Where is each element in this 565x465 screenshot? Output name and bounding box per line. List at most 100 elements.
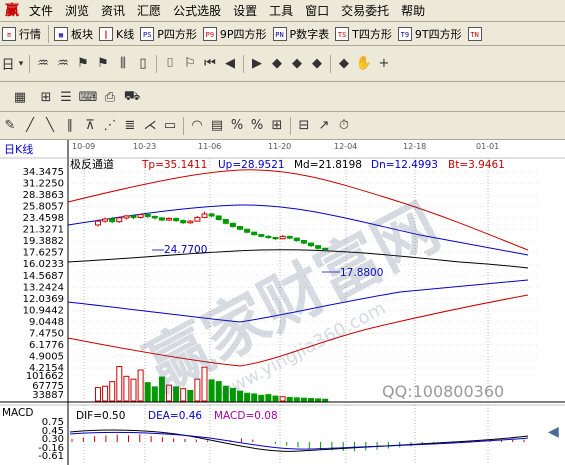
candle-icon[interactable]: ⚑ (73, 53, 93, 75)
date-label: 01-01 (476, 142, 499, 151)
price-axis-label: 28.3863 (23, 190, 64, 201)
candle-body (180, 220, 187, 224)
grid-view-icon[interactable]: ⊞ (36, 86, 56, 108)
ruler-icon[interactable]: ⊟ (294, 115, 314, 137)
kline-chart[interactable]: 10-09 10-23 11-06 11-20 12-04 12-18 01-01 34.3… (0, 140, 565, 465)
menu-item-2[interactable]: 资讯 (95, 0, 131, 22)
volume-bar (151, 386, 158, 402)
toolbar-button-kline[interactable]: ┃ K线 (97, 23, 138, 45)
toolbar-separator (330, 54, 331, 73)
qq-watermark: QQ:100800360 (382, 382, 504, 401)
arc-icon[interactable]: ◠ (187, 115, 207, 137)
price-axis-label: 12.0369 (23, 294, 64, 305)
toolbar-button-9t-square[interactable]: T9 9T四方形 (396, 23, 466, 45)
candle-body (116, 217, 123, 223)
indicator-name: 极反通道 (70, 157, 114, 171)
cycle-line-icon[interactable]: ≣ (120, 115, 140, 137)
candle-body (201, 213, 208, 218)
menu-item-7[interactable]: 窗口 (299, 0, 335, 22)
bar-icon[interactable]: ⚑ (93, 53, 113, 75)
draw-icon[interactable]: ✋ (354, 53, 374, 75)
candle-body (187, 220, 194, 224)
volume-bar (258, 394, 265, 402)
price-axis-label: 6.1776 (29, 340, 64, 351)
fan-icon[interactable]: ⋌ (140, 115, 160, 137)
menu-item-0[interactable]: 文件 (23, 0, 59, 22)
box-icon[interactable]: ▭ (160, 115, 180, 137)
kline-type-icon[interactable]: ♒ (33, 53, 53, 75)
table-icon[interactable]: ▤ (207, 115, 227, 137)
arrow-icon[interactable]: ↗ (314, 115, 334, 137)
zoom-in-icon[interactable]: ◀ (220, 53, 240, 75)
candle-body (279, 235, 286, 240)
macd-title: MACD (2, 407, 33, 419)
percent-sign-icon[interactable]: % (247, 115, 267, 137)
car-icon[interactable]: ⛟ (122, 86, 142, 108)
date-label: 12-18 (403, 142, 426, 151)
toolbar-button-9p-square[interactable]: P9 9P四方形 (201, 23, 271, 45)
next-icon[interactable]: ⚐ (180, 53, 200, 75)
menu-item-1[interactable]: 浏览 (59, 0, 95, 22)
print-icon[interactable]: ⎙ (100, 86, 120, 108)
toolbar-button-tn[interactable]: TN (466, 23, 489, 45)
candle-body (173, 217, 180, 222)
price-axis-label: 23.4598 (23, 213, 64, 224)
chevron-down-icon[interactable]: ▾ (16, 53, 26, 75)
toolbar-button-sector[interactable]: ▦ 板块 (52, 23, 97, 45)
toolbar-button-label: 行情 (19, 27, 41, 41)
volume-bar (102, 385, 109, 402)
calendar-icon[interactable]: ▦ (10, 86, 30, 108)
date-label: 12-04 (334, 142, 357, 151)
last-icon[interactable]: ⏮ (200, 53, 220, 75)
candle-body (244, 228, 251, 233)
p-number-table-icon: PN (272, 26, 287, 41)
toolbar-button-p-square[interactable]: PS P四方形 (138, 23, 201, 45)
fib-icon[interactable]: ⊼ (80, 115, 100, 137)
ray-icon[interactable]: ╲ (40, 115, 60, 137)
candle-body (144, 213, 151, 217)
candle-body (102, 218, 109, 222)
grid-icon[interactable]: ⊞ (267, 115, 287, 137)
price-axis-label: 10.9442 (23, 305, 64, 316)
chart-panel: 10-09 10-23 11-06 11-20 12-04 12-18 01-01 34.3… (0, 140, 565, 465)
period-selector[interactable]: 日 (0, 53, 16, 75)
volume-bar (130, 378, 137, 402)
menu-item-8[interactable]: 交易委托 (335, 0, 395, 22)
first-icon[interactable]: ▯ (133, 53, 153, 75)
price-axis-label: 13.2424 (23, 282, 64, 293)
settings-icon[interactable]: + (374, 53, 394, 75)
pencil-icon[interactable]: ✎ (0, 115, 20, 137)
collapse-arrow-icon[interactable]: ◀ (548, 424, 559, 440)
menu-item-4[interactable]: 公式选股 (167, 0, 227, 22)
toolbar-button-label: 板块 (71, 27, 93, 41)
hand-icon[interactable]: ◆ (307, 53, 327, 75)
menu-item-5[interactable]: 设置 (227, 0, 263, 22)
menu-item-9[interactable]: 帮助 (395, 0, 431, 22)
crosshair-icon[interactable]: ◆ (334, 53, 354, 75)
prev-icon[interactable]: ⌷ (160, 53, 180, 75)
move-left-icon[interactable]: ◆ (267, 53, 287, 75)
zoom-out-icon[interactable]: ▶ (247, 53, 267, 75)
volume-bar (265, 394, 272, 402)
flag-icon[interactable]: ⫼ (113, 53, 133, 75)
price-axis-label: 4.9005 (29, 351, 64, 362)
move-right-icon[interactable]: ◆ (287, 53, 307, 75)
computer-icon[interactable]: ⌨ (78, 86, 98, 108)
dea-value: DEA=0.46 (148, 410, 202, 422)
chart-toolbar: 日 ▾ ♒ ♒ ⚑ ⚑ ⫼ ▯ ⌷ ⚐ ⏮ ◀ ▶ ◆ ◆ ◆ ◆ ✋ + (0, 46, 565, 82)
time-icon[interactable]: ⏱ (334, 115, 354, 137)
menu-item-6[interactable]: 工具 (263, 0, 299, 22)
parallel-icon[interactable]: ∥ (60, 115, 80, 137)
cycle-icon[interactable]: ♒ (53, 53, 73, 75)
toolbar-button-p-number-table[interactable]: PN P数字表 (271, 23, 334, 45)
line-icon[interactable]: ╱ (20, 115, 40, 137)
volume-bar (286, 396, 293, 402)
menu-item-3[interactable]: 汇愿 (131, 0, 167, 22)
list-view-icon[interactable]: ☰ (56, 86, 76, 108)
gann-icon[interactable]: ⋰ (100, 115, 120, 137)
toolbar-button-label: P数字表 (289, 27, 330, 41)
toolbar-button-t-square[interactable]: TS T四方形 (333, 23, 396, 45)
percent-icon[interactable]: % (227, 115, 247, 137)
volume-bar (109, 381, 116, 402)
toolbar-button-quote-list[interactable]: ≡ 行情 (0, 23, 45, 45)
